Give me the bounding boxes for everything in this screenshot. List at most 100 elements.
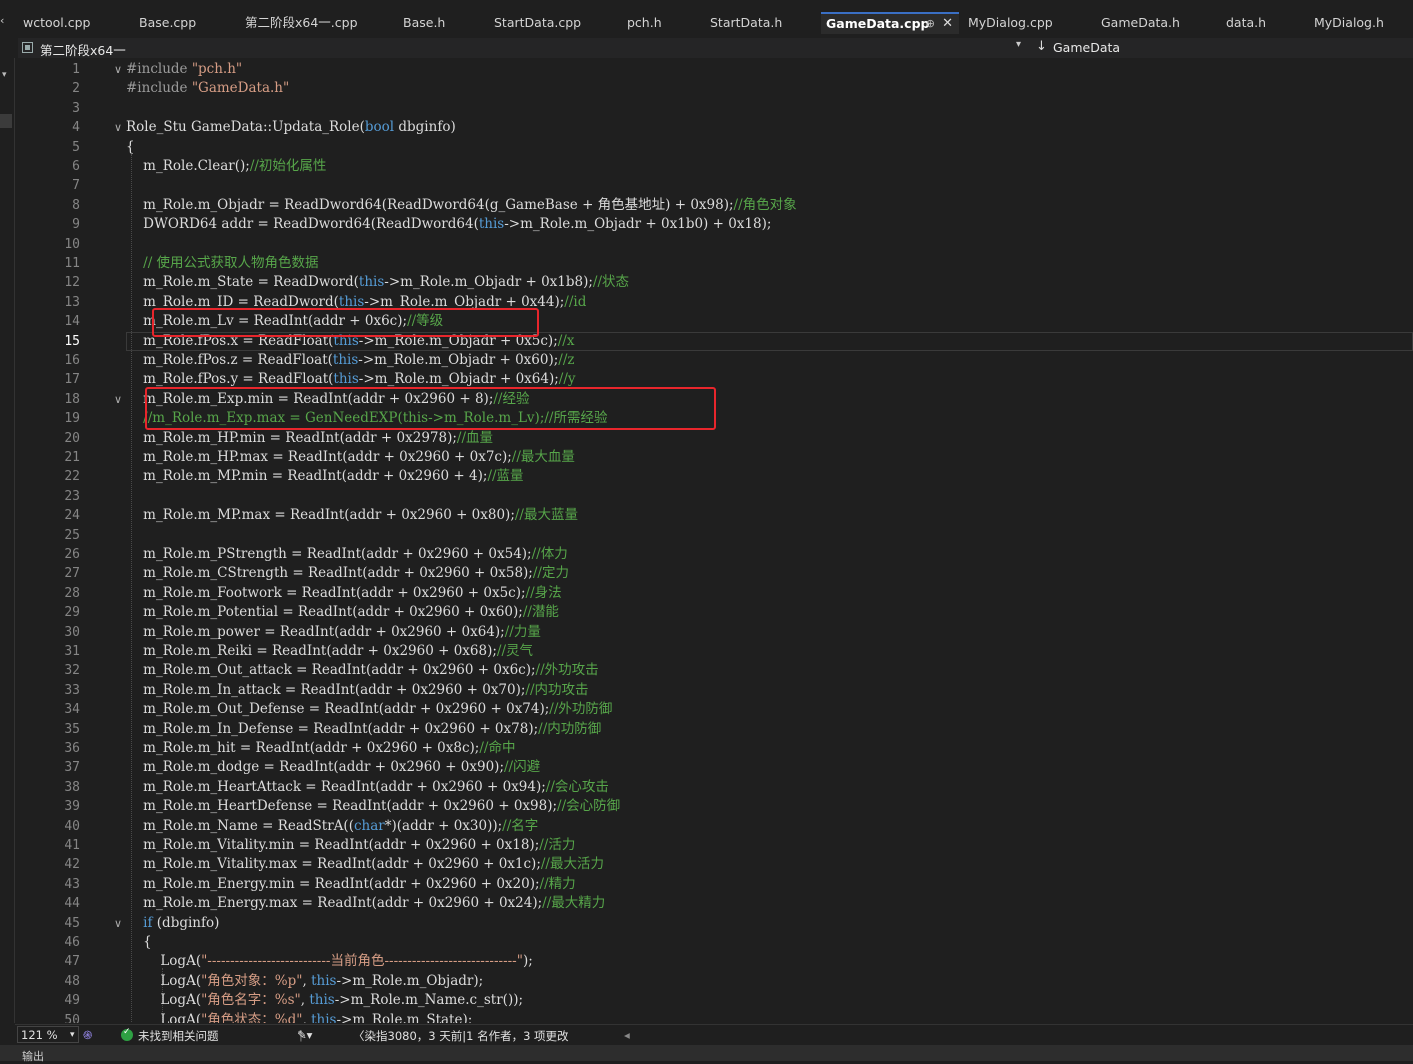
code-token: this: [333, 371, 359, 388]
member-scope-dropdown[interactable]: GameData: [1053, 40, 1120, 55]
line-number: 9: [72, 217, 80, 233]
tab-startdata-h[interactable]: StartData.h: [705, 12, 817, 34]
code-line[interactable]: {: [126, 138, 135, 157]
code-line[interactable]: m_Role.m_power = ReadInt(addr + 0x2960 +…: [126, 623, 541, 642]
tab-startdata-cpp[interactable]: StartData.cpp: [489, 12, 618, 34]
line-number: 31: [64, 644, 80, 659]
code-line[interactable]: m_Role.m_HP.max = ReadInt(addr + 0x2960 …: [126, 448, 575, 467]
code-line[interactable]: m_Role.m_Objadr = ReadDword64(ReadDword6…: [126, 196, 796, 215]
code-line[interactable]: m_Role.m_Name = ReadStrA((char*)(addr + …: [126, 817, 538, 836]
code-line[interactable]: m_Role.Clear();//初始化属性: [126, 157, 326, 176]
code-line[interactable]: {: [126, 933, 152, 952]
document-tab-bar: ‹ wctool.cpp Base.cpp 第二阶段x64一.cpp Base.h St…: [0, 0, 1413, 36]
code-token: #include: [126, 80, 192, 97]
project-scope-dropdown[interactable]: 第二阶段x64一: [40, 40, 126, 59]
code-line[interactable]: m_Role.m_hit = ReadInt(addr + 0x2960 + 0…: [126, 739, 515, 758]
code-token: "角色对象：%p": [201, 972, 303, 989]
code-token: m_Role.m_Objadr = ReadDword64(ReadDword6…: [126, 196, 734, 213]
line-number: 28: [64, 585, 80, 601]
code-editor[interactable]: 1 2 3 4 5 6 7 8 9 10 11 12 13 14 15 16 17 18 19 20 21 22 23 24 2…: [15, 58, 1413, 1023]
code-token: "角色名字：%s": [201, 992, 301, 1009]
tab-data-h[interactable]: data.h: [1221, 12, 1305, 34]
code-line[interactable]: DWORD64 addr = ReadDword64(ReadDword64(t…: [126, 215, 771, 234]
code-token: //力量: [504, 623, 541, 640]
tab-pch-h[interactable]: pch.h: [622, 12, 701, 34]
code-line[interactable]: m_Role.m_dodge = ReadInt(addr + 0x2960 +…: [126, 758, 540, 777]
code-line[interactable]: m_Role.m_State = ReadDword(this->m_Role.…: [126, 273, 629, 292]
pin-icon[interactable]: ⊕: [926, 14, 935, 34]
fold-toggle-icon[interactable]: ∨: [114, 914, 122, 933]
tab-base-cpp[interactable]: Base.cpp: [134, 12, 236, 34]
code-line[interactable]: LogA("角色名字：%s", this->m_Role.m_Name.c_st…: [126, 991, 523, 1010]
navigation-bar: 第二阶段x64一 ▾ ↓ GameData: [18, 38, 1413, 58]
code-token: this: [478, 216, 505, 233]
code-token: m_Role.m_Energy.min = ReadInt(addr + 0x2…: [126, 875, 540, 892]
code-token: //内功防御: [538, 720, 602, 737]
code-line[interactable]: m_Role.m_MP.min = ReadInt(addr + 0x2960 …: [126, 467, 523, 486]
code-line[interactable]: m_Role.fPos.z = ReadFloat(this->m_Role.m…: [126, 351, 574, 370]
code-line[interactable]: Role_Stu GameData::Updata_Role(bool dbgi…: [126, 118, 456, 137]
code-line[interactable]: m_Role.m_Reiki = ReadInt(addr + 0x2960 +…: [126, 642, 533, 661]
scroll-marker: [0, 114, 12, 128]
git-blame-info[interactable]: 〈染指3080，3 天前|1 名作者，3 项更改: [353, 1028, 569, 1044]
code-line[interactable]: m_Role.m_Energy.max = ReadInt(addr + 0x2…: [126, 894, 605, 913]
code-token: );: [522, 953, 533, 970]
code-token: ->m_Role.m_State);: [336, 1011, 473, 1023]
code-token: m_Role.m_dodge = ReadInt(addr + 0x2960 +…: [126, 759, 504, 776]
code-line[interactable]: // 使用公式获取人物角色数据: [126, 254, 318, 273]
code-line[interactable]: m_Role.m_In_attack = ReadInt(addr + 0x29…: [126, 681, 588, 700]
tab-mydialog-h[interactable]: MyDialog.h: [1309, 12, 1409, 34]
tab-base-h[interactable]: Base.h: [398, 12, 485, 34]
code-line[interactable]: m_Role.m_HP.min = ReadInt(addr + 0x2978)…: [126, 429, 493, 448]
tab-overflow-icon[interactable]: ‹: [0, 14, 6, 27]
tab-gamedata-cpp[interactable]: GameData.cpp ⊕ ✕: [821, 12, 959, 34]
code-line[interactable]: m_Role.m_Energy.min = ReadInt(addr + 0x2…: [126, 875, 575, 894]
fold-toggle-icon[interactable]: ∨: [114, 60, 122, 79]
code-line[interactable]: m_Role.m_PStrength = ReadInt(addr + 0x29…: [126, 545, 568, 564]
code-line[interactable]: m_Role.m_Out_attack = ReadInt(addr + 0x2…: [126, 661, 599, 680]
code-line[interactable]: #include "GameData.h": [126, 79, 289, 98]
code-line[interactable]: m_Role.m_Vitality.max = ReadInt(addr + 0…: [126, 855, 604, 874]
code-token: m_Role.m_Energy.max = ReadInt(addr + 0x2…: [126, 895, 543, 912]
scroll-left-icon[interactable]: ◂: [624, 1028, 630, 1042]
code-line[interactable]: m_Role.m_Vitality.min = ReadInt(addr + 0…: [126, 836, 575, 855]
copilot-icon[interactable]: ֍: [83, 1028, 92, 1043]
output-panel-label[interactable]: 输出: [22, 1048, 44, 1064]
code-line[interactable]: m_Role.m_CStrength = ReadInt(addr + 0x29…: [126, 564, 569, 583]
code-line[interactable]: m_Role.m_Footwork = ReadInt(addr + 0x296…: [126, 584, 562, 603]
tab-label: pch.h: [627, 15, 662, 30]
code-line[interactable]: LogA("---------------------------当前角色---…: [126, 952, 533, 971]
code-line[interactable]: m_Role.m_HeartDefense = ReadInt(addr + 0…: [126, 797, 620, 816]
code-line[interactable]: LogA("角色对象：%p", this->m_Role.m_Objadr);: [126, 972, 483, 991]
close-icon[interactable]: ✕: [942, 14, 953, 34]
code-line[interactable]: #include "pch.h": [126, 60, 242, 79]
code-line[interactable]: m_Role.m_In_Defense = ReadInt(addr + 0x2…: [126, 720, 601, 739]
code-line[interactable]: m_Role.m_Potential = ReadInt(addr + 0x29…: [126, 603, 559, 622]
line-number: 21: [64, 450, 80, 465]
issues-status[interactable]: 未找到相关问题: [138, 1028, 219, 1044]
tab-mydialog-cpp[interactable]: MyDialog.cpp: [963, 12, 1092, 34]
code-token: //血量: [456, 429, 494, 446]
fold-toggle-icon[interactable]: ∨: [114, 390, 122, 409]
code-line[interactable]: m_Role.m_Out_Defense = ReadInt(addr + 0x…: [126, 700, 612, 719]
left-margin-strip: ▾: [0, 58, 15, 1023]
tab-第二阶段x64一-cpp[interactable]: 第二阶段x64一.cpp: [240, 12, 394, 34]
code-token: m_Role.m_hit = ReadInt(addr + 0x2960 + 0…: [126, 740, 480, 756]
code-line[interactable]: LogA("角色状态：%d", this->m_Role.m_State);: [126, 1011, 472, 1023]
chevron-down-icon[interactable]: ▾: [1016, 39, 1021, 50]
code-line[interactable]: m_Role.m_MP.max = ReadInt(addr + 0x2960 …: [126, 506, 578, 525]
fold-toggle-icon[interactable]: ∨: [114, 118, 122, 137]
tab-wctool-cpp[interactable]: wctool.cpp: [18, 12, 130, 34]
brush-icon[interactable]: ✎▾: [297, 1028, 312, 1042]
line-number: 33: [64, 682, 80, 698]
line-number: 30: [64, 624, 80, 640]
line-number: 25: [64, 527, 80, 543]
code-token: //初始化属性: [249, 158, 327, 174]
tab-gamedata-h[interactable]: GameData.h: [1096, 12, 1217, 34]
code-token: "GameData.h": [191, 80, 290, 97]
line-number: 42: [64, 857, 80, 873]
line-number: 1: [72, 62, 80, 77]
code-line[interactable]: m_Role.m_HeartAttack = ReadInt(addr + 0x…: [126, 778, 609, 797]
code-line[interactable]: if (dbginfo): [126, 914, 219, 933]
chevron-down-icon[interactable]: ▾: [70, 1030, 75, 1040]
